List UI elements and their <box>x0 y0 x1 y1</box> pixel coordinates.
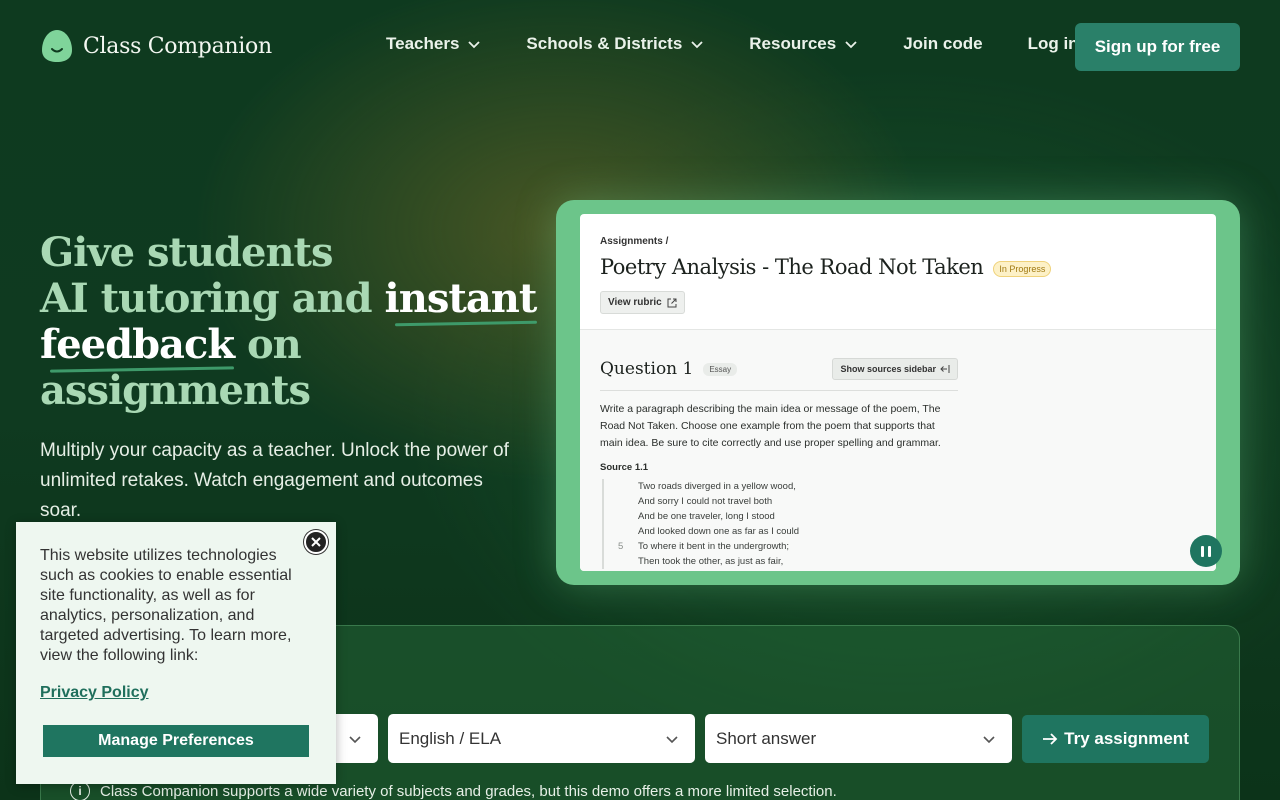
nav-teachers[interactable]: Teachers <box>386 34 481 54</box>
companion-logo-icon <box>40 28 74 64</box>
nav-join-code[interactable]: Join code <box>903 34 982 54</box>
question-title: Question 1 <box>600 359 694 379</box>
poem-line: And be one traveler, long I stood <box>618 509 1196 524</box>
chevron-down-icon <box>349 736 361 744</box>
preview-breadcrumb: Assignments / <box>600 236 669 247</box>
sidebar-open-icon <box>940 365 950 373</box>
line-text: Then took the other, as just as fair, <box>638 556 784 567</box>
chevron-down-icon <box>468 41 481 49</box>
logo[interactable]: Class Companion <box>40 28 272 64</box>
chevron-down-icon <box>666 736 678 744</box>
cookie-banner: This website utilizes technologies such … <box>16 522 336 784</box>
site-header: Class Companion Teachers Schools & Distr… <box>0 0 1280 92</box>
demo-note-text: Class Companion supports a wide variety … <box>100 782 837 800</box>
question-type-badge: Essay <box>703 362 738 376</box>
logo-text: Class Companion <box>83 33 272 59</box>
sign-up-button[interactable]: Sign up for free <box>1075 23 1240 71</box>
chevron-down-icon <box>983 736 995 744</box>
preview-body: Question 1 Essay Show sources sidebar Wr… <box>580 330 1216 571</box>
line-text: To where it bent in the undergrowth; <box>638 541 790 552</box>
try-assignment-button[interactable]: Try assignment <box>1022 715 1209 763</box>
line-text: And sorry I could not travel both <box>638 496 773 507</box>
chevron-down-icon <box>691 41 703 49</box>
hero-title-part-5: on <box>246 321 302 368</box>
external-link-icon <box>667 298 677 307</box>
source-label: Source 1.1 <box>600 462 649 473</box>
line-text: Two roads diverged in a yellow wood, <box>638 481 796 492</box>
status-badge: In Progress <box>993 260 1052 277</box>
hero-title-highlight-instant: instant <box>384 275 538 322</box>
preview-screen: Assignments / Poetry Analysis - The Road… <box>580 214 1216 571</box>
manage-preferences-button[interactable]: Manage Preferences <box>43 725 309 757</box>
show-sources-label: Show sources sidebar <box>840 364 936 374</box>
main-nav: Teachers Schools & Districts Resources J… <box>386 34 1079 54</box>
view-rubric-label: View rubric <box>608 297 662 308</box>
poem-line: Then took the other, as just as fair, <box>618 554 1196 569</box>
poem-line: 5 To where it bent in the undergrowth; <box>618 539 1196 554</box>
preview-title-row: Poetry Analysis - The Road Not Taken In … <box>600 255 1196 279</box>
subject-select-value: English / ELA <box>399 728 502 748</box>
poem-text: Two roads diverged in a yellow wood, And… <box>602 479 1196 569</box>
view-rubric-button: View rubric <box>600 291 685 314</box>
question-header: Question 1 Essay Show sources sidebar <box>600 358 958 391</box>
line-text: And be one traveler, long I stood <box>638 511 775 522</box>
arrow-right-icon <box>1043 733 1058 745</box>
try-assignment-label: Try assignment <box>1064 729 1189 748</box>
product-preview: Assignments / Poetry Analysis - The Road… <box>556 200 1240 585</box>
question-title-group: Question 1 Essay <box>600 359 738 379</box>
nav-schools-districts[interactable]: Schools & Districts <box>526 34 704 54</box>
line-number: 5 <box>618 541 624 552</box>
nav-schools-label: Schools & Districts <box>526 34 683 53</box>
close-icon <box>311 537 321 547</box>
cookie-close-button[interactable] <box>304 530 328 554</box>
question-type-select-value: Short answer <box>716 728 817 748</box>
preview-assignment-title: Poetry Analysis - The Road Not Taken <box>600 255 984 279</box>
pause-icon <box>1201 545 1204 557</box>
nav-resources[interactable]: Resources <box>749 34 858 54</box>
hero-subtitle: Multiply your capacity as a teacher. Unl… <box>40 440 509 521</box>
hero-title-part-6: assignments <box>40 367 311 414</box>
privacy-policy-link[interactable]: Privacy Policy <box>40 684 149 702</box>
preview-header: Assignments / Poetry Analysis - The Road… <box>580 214 1216 330</box>
pause-video-button[interactable] <box>1190 535 1222 567</box>
show-sources-button: Show sources sidebar <box>832 358 958 380</box>
hero-title-highlight-feedback: feedback <box>40 321 235 368</box>
poem-line: And looked down one as far as I could <box>618 524 1196 539</box>
question-type-select[interactable]: Short answer <box>705 714 1012 763</box>
poem-line: And sorry I could not travel both <box>618 494 1196 509</box>
cookie-text: This website utilizes technologies such … <box>40 547 292 664</box>
question-prompt: Write a paragraph describing the main id… <box>600 403 941 449</box>
hero-title-part-2: AI tutoring and <box>40 275 373 322</box>
pause-icon <box>1208 545 1211 557</box>
hero-title: Give students AI tutoring and instant fe… <box>40 230 540 414</box>
nav-teachers-label: Teachers <box>386 34 460 53</box>
nav-resources-label: Resources <box>749 34 837 53</box>
nav-log-in[interactable]: Log in <box>1028 34 1079 54</box>
hero-title-part-1: Give students <box>40 229 334 276</box>
poem-line: Two roads diverged in a yellow wood, <box>618 479 1196 494</box>
subject-select[interactable]: English / ELA <box>388 714 695 763</box>
chevron-down-icon <box>845 41 857 49</box>
line-text: And looked down one as far as I could <box>638 526 800 537</box>
